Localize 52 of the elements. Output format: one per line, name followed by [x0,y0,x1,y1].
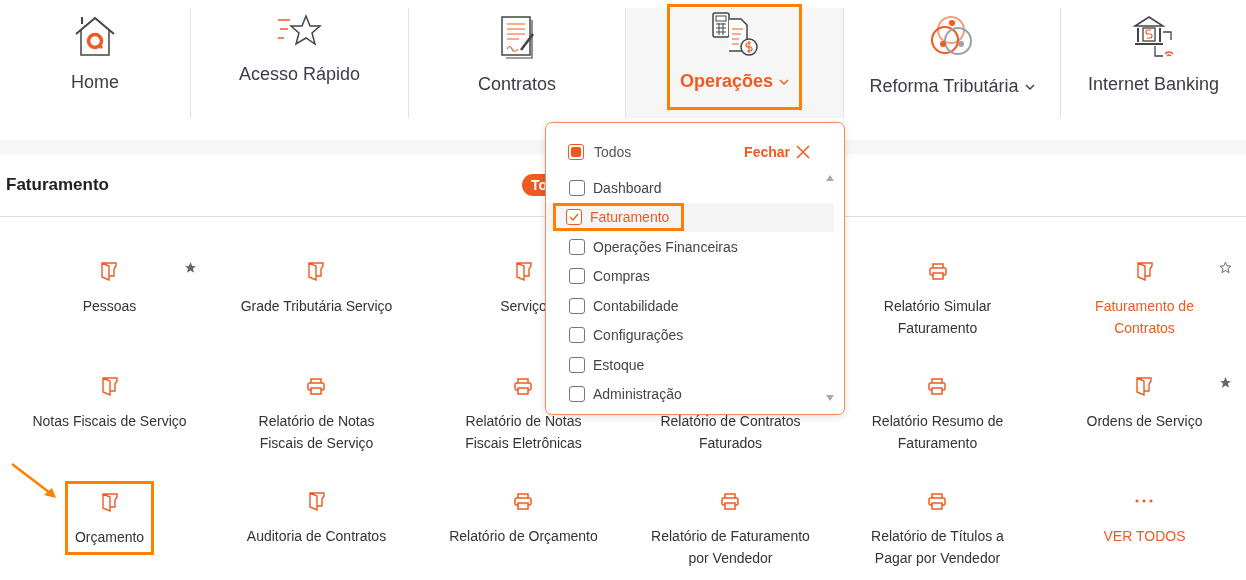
printer-icon [928,492,947,510]
printer-icon [928,262,947,280]
door-icon [308,491,325,511]
printer-icon [721,492,740,510]
calculator-document-icon [710,11,759,57]
shortcut-label[interactable]: Relatório de Títulos a Pagar por Vendedor [871,525,1004,569]
door-icon [101,376,118,396]
filter-option[interactable]: Contabilidade [556,291,694,320]
shortcut-label[interactable]: Orçamento [74,526,145,548]
nav-tab[interactable]: Home [71,8,119,118]
more-dots-icon [1135,499,1154,503]
network-circles-icon [929,14,975,58]
door-icon [1136,376,1153,396]
printer-icon [307,377,326,395]
door-icon [308,261,325,281]
house-icon [73,14,117,58]
check-icon [569,213,579,222]
filter-option[interactable]: Dashboard [556,173,677,202]
close-icon [796,145,810,159]
shortcut-label[interactable]: Relatório de Orçamento [449,525,598,547]
filter-option[interactable]: Operações Financeiras [556,232,753,261]
door-icon [101,261,118,281]
filter-option[interactable]: Configurações [556,321,699,350]
filter-option[interactable]: Compras [556,262,665,291]
filter-option[interactable]: Estoque [556,350,660,379]
door-icon [1136,261,1153,281]
shortcut-label[interactable]: Ordens de Serviço [1086,410,1203,432]
star-icon[interactable] [184,261,197,274]
printer-icon [928,377,947,395]
shortcut-label[interactable]: Relatório de Notas Fiscais Eletrônicas [465,410,582,454]
filter-option[interactable]: Administração [556,380,697,409]
shortcut-label[interactable]: Auditoria de Contratos [246,525,387,547]
shortcut-label[interactable]: Relatório de Faturamento por Vendedor [651,525,810,569]
door-icon [515,261,532,281]
printer-icon [514,492,533,510]
nav-tab[interactable]: Reforma Tributária [869,8,1035,118]
star-outline-icon[interactable] [1219,261,1232,274]
shortcut-label[interactable]: Pessoas [82,295,137,317]
shortcut-label[interactable]: Relatório Simular Faturamento [883,295,992,339]
shortcut-label[interactable]: Grade Tributária Serviço [240,295,393,317]
shortcut-label[interactable]: Relatório de Notas Fiscais de Serviço [258,410,375,454]
section-title: Faturamento [6,175,110,195]
shortcut-label[interactable]: Relatório Resumo de Faturamento [871,410,1004,454]
shortcut-label[interactable]: Notas Fiscais de Serviço [32,410,187,432]
nav-tab[interactable]: Acesso Rápido [238,8,361,118]
nav-tab[interactable]: Contratos [477,8,556,118]
nav-tab[interactable]: Internet Banking [1087,8,1220,118]
select-all-checkbox[interactable]: Todos [568,144,632,160]
star-icon[interactable] [1219,376,1232,389]
shortcut-label[interactable]: Serviço [500,295,547,317]
door-icon [101,492,118,512]
printer-icon [514,377,533,395]
